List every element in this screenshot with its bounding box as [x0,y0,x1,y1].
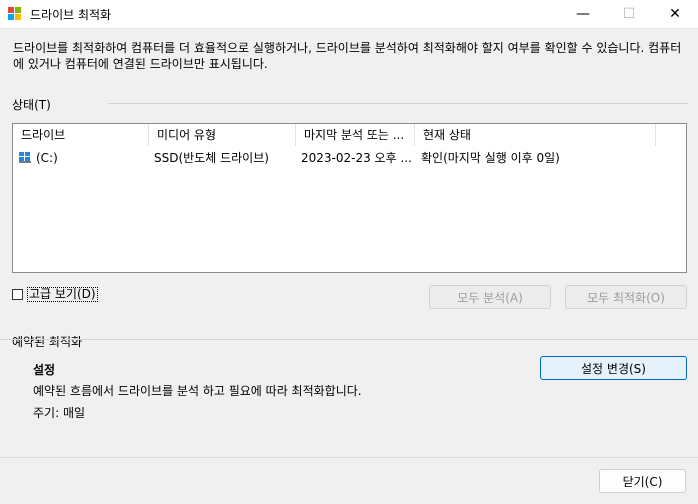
close-label: 닫기(C) [622,474,663,489]
column-header-last-run[interactable]: 마지막 분석 또는 ... [296,124,415,146]
drive-name: (C:) [36,151,58,165]
optimize-all-label: 모두 최적화(O) [587,290,665,305]
defrag-app-icon [8,7,21,20]
column-header-drive[interactable]: 드라이브 [13,124,149,146]
scheduled-frequency: 주기: 매일 [33,406,86,420]
drive-last-run: 2023-02-23 오후 ... [301,151,412,165]
drive-list[interactable]: 드라이브 미디어 유형 마지막 분석 또는 ... 현재 상태 (C:) SSD… [12,123,687,273]
change-settings-label: 설정 변경(S) [581,361,646,376]
optimize-all-button[interactable]: 모두 최적화(O) [565,285,687,309]
minimize-icon: — [576,6,590,22]
drive-row[interactable]: (C:) SSD(반도체 드라이브) 2023-02-23 오후 ... 확인(… [13,148,686,168]
column-header-media-type[interactable]: 미디어 유형 [149,124,296,146]
footer-bar: 닫기(C) [0,457,698,504]
drive-list-header: 드라이브 미디어 유형 마지막 분석 또는 ... 현재 상태 [13,124,686,146]
advanced-view-checkbox[interactable] [12,288,23,300]
maximize-button[interactable]: ☐ [606,0,652,28]
scheduled-description: 예약된 흐름에서 드라이브를 분석 하고 필요에 따라 최적화합니다. [33,384,362,398]
title-bar: 드라이브 최적화 — ☐ ✕ [0,0,698,29]
drive-current-status: 확인(마지막 실행 이후 0일) [421,151,560,165]
window-title: 드라이브 최적화 [30,8,112,22]
scheduled-heading: 설정 [33,363,56,377]
change-settings-button[interactable]: 설정 변경(S) [540,356,687,380]
close-icon: ✕ [669,6,681,22]
advanced-view-toggle[interactable]: 고급 보기(D) [12,286,98,302]
column-header-current-status[interactable]: 현재 상태 [415,124,656,146]
scheduled-divider [0,339,698,340]
close-window-button[interactable]: ✕ [652,0,698,28]
advanced-view-label[interactable]: 고급 보기(D) [27,286,98,302]
windows-drive-icon [19,152,31,163]
scheduled-title: 예약된 최적화 [12,335,83,349]
drive-media-type: SSD(반도체 드라이브) [154,151,269,165]
maximize-icon: ☐ [622,6,636,22]
description-text: 드라이브를 최적화하여 컴퓨터를 더 효율적으로 실행하거나, 드라이브를 분석… [13,41,682,71]
analyze-all-label: 모두 분석(A) [457,290,523,305]
status-group-divider [108,103,688,104]
minimize-button[interactable]: — [560,0,606,28]
status-group-label: 상태(T) [12,98,51,112]
analyze-all-button[interactable]: 모두 분석(A) [429,285,551,309]
close-button[interactable]: 닫기(C) [599,469,686,493]
